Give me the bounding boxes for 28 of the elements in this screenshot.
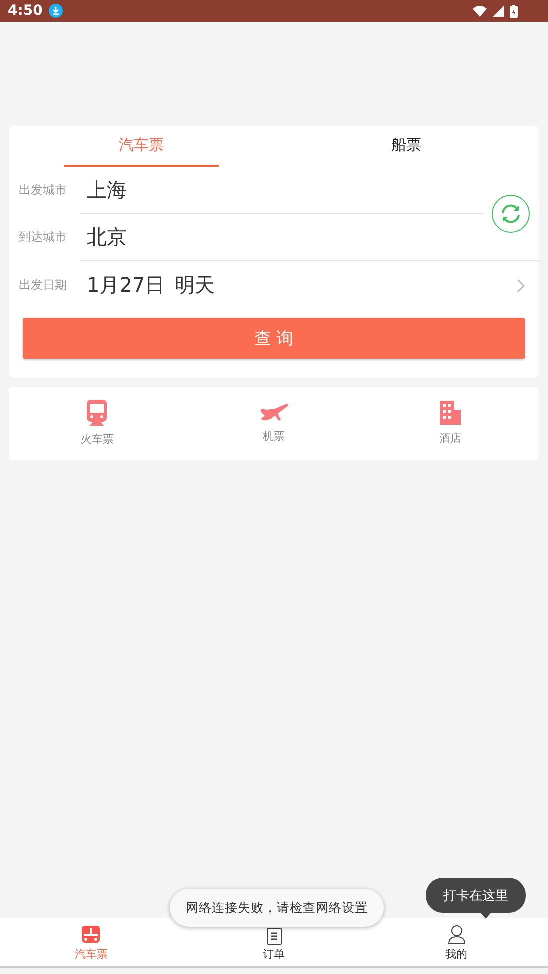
network-toast: 网络连接失败，请检查网络设置 xyxy=(170,889,384,927)
field-label: 出发城市 xyxy=(19,182,68,198)
city-field[interactable]: 上海 xyxy=(87,176,127,204)
field-label: 出发日期 xyxy=(19,277,68,294)
chevron-right-icon xyxy=(517,278,525,292)
service-button[interactable]: 机票 xyxy=(186,387,362,460)
tooltip-pointer xyxy=(480,912,492,919)
date-value[interactable]: 1月27日 xyxy=(87,272,166,299)
service-button[interactable]: 酒店 xyxy=(362,387,540,460)
city-field[interactable]: 北京 xyxy=(87,224,127,250)
field-label: 到达城市 xyxy=(19,228,68,246)
document-icon xyxy=(266,928,282,945)
bus-icon xyxy=(81,925,102,945)
swap-button[interactable] xyxy=(492,195,530,233)
train-icon xyxy=(86,400,108,426)
swap-icon xyxy=(500,203,522,225)
building-icon xyxy=(438,401,463,425)
day-label: 明天 xyxy=(175,272,216,299)
tooltip: 打卡在这里 xyxy=(426,878,526,913)
tab[interactable]: 船票 xyxy=(329,126,484,167)
service-button[interactable]: 火车票 xyxy=(9,387,186,460)
signal-icon xyxy=(493,6,504,16)
download-icon xyxy=(48,4,63,18)
status-time: 4:50 xyxy=(8,3,43,19)
wifi-icon xyxy=(473,6,487,16)
airplane-icon xyxy=(259,403,289,423)
battery-icon xyxy=(510,4,518,18)
person-icon xyxy=(448,925,466,945)
